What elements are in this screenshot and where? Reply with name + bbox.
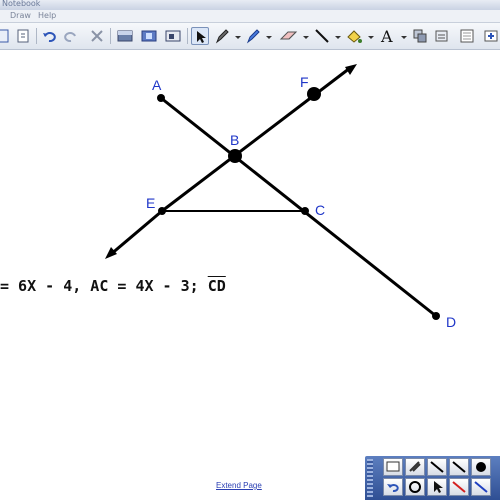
- point-e: [158, 207, 166, 215]
- blue-pen-icon[interactable]: [471, 478, 491, 496]
- point-a: [157, 94, 165, 102]
- page-icon[interactable]: [0, 27, 12, 45]
- menu-draw[interactable]: Draw: [10, 11, 31, 20]
- creative-pen-dropdown-icon[interactable]: [266, 36, 272, 39]
- equation-text: = 6X - 4, AC = 4X - 3; CD: [0, 277, 226, 295]
- text-dropdown-icon[interactable]: [401, 36, 407, 39]
- line-icon[interactable]: [313, 27, 331, 45]
- screen-icon[interactable]: [383, 458, 403, 476]
- line-dropdown-icon[interactable]: [335, 36, 341, 39]
- capture-icon[interactable]: [140, 27, 158, 45]
- fill-dropdown-icon[interactable]: [368, 36, 374, 39]
- undo-small-icon[interactable]: [383, 478, 403, 496]
- arrow-upper-right-icon: [345, 64, 357, 75]
- point-c: [301, 207, 309, 215]
- label-a: A: [152, 77, 162, 93]
- fill-circle-icon[interactable]: [471, 458, 491, 476]
- main-toolbar: A: [0, 23, 500, 50]
- text-icon[interactable]: A: [378, 27, 396, 46]
- eraser-icon[interactable]: [278, 27, 298, 45]
- circle-tool-icon[interactable]: [405, 478, 425, 496]
- floating-toolbar: [365, 456, 500, 500]
- point-b: [228, 149, 242, 163]
- svg-text:A: A: [380, 27, 393, 45]
- toolbar-separator: [110, 28, 111, 44]
- line-tool-icon[interactable]: [427, 458, 447, 476]
- pen-settings-icon[interactable]: [405, 458, 425, 476]
- line-ef: [161, 66, 351, 213]
- label-f: F: [300, 74, 309, 90]
- label-c: C: [315, 202, 325, 218]
- label-e: E: [146, 195, 155, 211]
- label-b: B: [230, 132, 239, 148]
- screen-shade-icon[interactable]: [116, 27, 134, 45]
- ray-e-lower: [109, 209, 163, 257]
- point-f: [307, 87, 321, 101]
- fill-icon[interactable]: [345, 27, 363, 45]
- properties-icon[interactable]: [411, 27, 429, 45]
- creative-pen-icon[interactable]: [244, 27, 262, 45]
- layers-icon[interactable]: [433, 27, 451, 45]
- undo-icon[interactable]: [40, 27, 58, 45]
- delete-icon[interactable]: [88, 27, 106, 45]
- menu-bar: Draw Help: [0, 10, 500, 23]
- pen-dropdown-icon[interactable]: [235, 36, 241, 39]
- segment-cd-label: CD: [207, 277, 226, 295]
- toolbar-separator: [187, 28, 188, 44]
- eraser-dropdown-icon[interactable]: [303, 36, 309, 39]
- move-toolbar-icon[interactable]: [482, 27, 500, 45]
- pointer-icon[interactable]: [427, 478, 447, 496]
- select-arrow-icon[interactable]: [191, 27, 209, 45]
- title-bar: Notebook: [0, 0, 500, 10]
- red-pen-icon[interactable]: [449, 478, 469, 496]
- geometry-diagram: A B C D E F: [105, 64, 456, 330]
- extend-page-link[interactable]: Extend Page: [216, 481, 262, 490]
- window-title: Notebook: [2, 0, 41, 8]
- label-d: D: [446, 314, 456, 330]
- page-sorter-icon[interactable]: [458, 27, 476, 45]
- pen-icon[interactable]: [213, 27, 231, 45]
- point-d: [432, 312, 440, 320]
- open-icon[interactable]: [14, 27, 32, 45]
- line-tool-2-icon[interactable]: [449, 458, 469, 476]
- floating-toolbar-grip[interactable]: [367, 459, 373, 497]
- menu-help[interactable]: Help: [38, 11, 56, 20]
- toolbar-separator: [36, 28, 37, 44]
- redo-icon[interactable]: [62, 27, 80, 45]
- equation-main: = 6X - 4, AC = 4X - 3;: [0, 277, 208, 295]
- insert-icon[interactable]: [164, 27, 182, 45]
